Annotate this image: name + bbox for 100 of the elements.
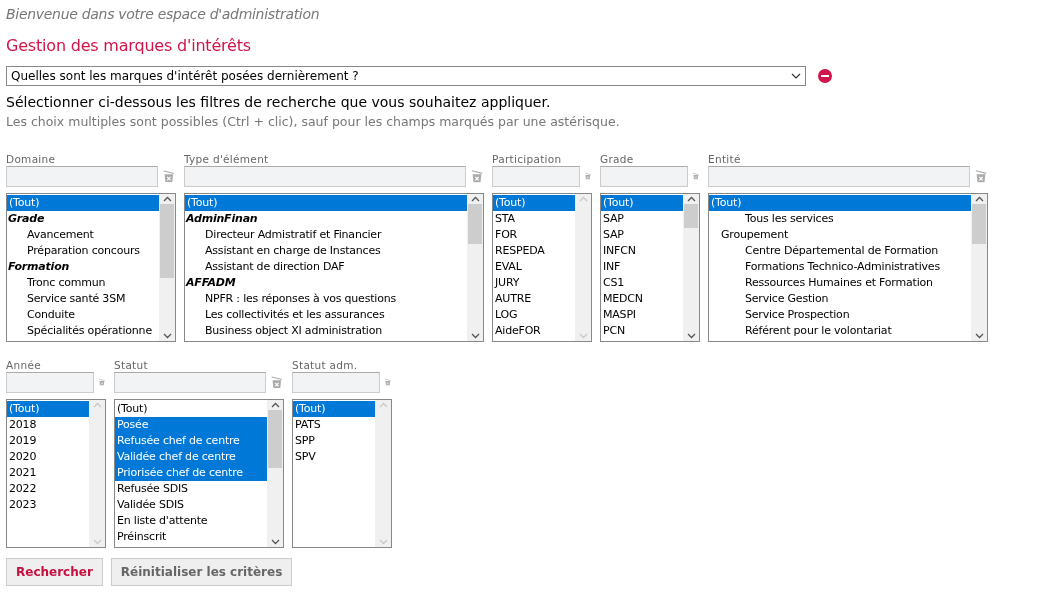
list-option[interactable]: (Tout)	[293, 400, 375, 417]
list-option[interactable]: CS1	[601, 274, 683, 291]
list-option[interactable]: Posée	[115, 416, 267, 433]
question-dropdown[interactable]: Quelles sont les marques d'intérêt posées dernièrement ?	[6, 66, 806, 86]
list-option[interactable]: Ressources Humaines et Formation	[709, 274, 971, 291]
list-option[interactable]: Service Gestion	[709, 290, 971, 307]
listbox[interactable]: (Tout) Grade Avancement Préparation concours Formation Tronc commun Service santé 3SM Conduite Spécialités opérationne	[6, 192, 176, 342]
scrollbar[interactable]	[159, 193, 175, 341]
list-option[interactable]: 2022	[7, 480, 89, 497]
list-option[interactable]: EVAL	[493, 258, 575, 275]
listbox[interactable]: (Tout) 2018 2019 2020 2021 2022 2023	[6, 398, 106, 548]
scroll-down-icon[interactable]	[470, 332, 480, 339]
search-button[interactable]: Rechercher	[6, 557, 103, 586]
list-option[interactable]: (Tout)	[493, 194, 575, 211]
list-option[interactable]: RESPEDA	[493, 242, 575, 259]
filter-field[interactable]	[708, 165, 970, 187]
list-option[interactable]: 2023	[7, 496, 89, 513]
list-option[interactable]: Formation	[7, 258, 159, 275]
list-option[interactable]: (Tout)	[601, 194, 683, 211]
list-option[interactable]: SAP	[601, 226, 683, 243]
scroll-down-icon[interactable]	[974, 332, 984, 339]
listbox[interactable]: (Tout) STA FOR RESPEDA EVAL JURY AUTRE LOG AideFOR	[492, 192, 592, 342]
list-option[interactable]: Validée SDIS	[115, 496, 267, 513]
list-option[interactable]: AideFOR	[493, 322, 575, 339]
list-option[interactable]: (Tout)	[709, 194, 971, 211]
filter-field[interactable]	[600, 165, 689, 187]
scroll-up-icon[interactable]	[974, 195, 984, 202]
list-option[interactable]: 2019	[7, 432, 89, 449]
list-option[interactable]: (Tout)	[115, 400, 267, 417]
list-option[interactable]: Service Prospection	[709, 306, 971, 323]
list-option[interactable]: Directeur Admistratif et Financier	[185, 226, 467, 243]
listbox[interactable]: (Tout) PATS SPP SPV	[292, 398, 392, 548]
list-option[interactable]: 2020	[7, 448, 89, 465]
filter-field[interactable]	[292, 371, 381, 393]
scroll-thumb[interactable]	[684, 203, 698, 228]
scroll-down-icon[interactable]	[686, 332, 696, 339]
scrollbar[interactable]	[467, 193, 483, 341]
list-option[interactable]: INF	[601, 258, 683, 275]
scroll-thumb[interactable]	[160, 203, 174, 278]
list-option[interactable]: LOG	[493, 306, 575, 323]
scroll-down-icon[interactable]	[162, 332, 172, 339]
filter-field[interactable]	[114, 371, 267, 393]
list-option[interactable]: SPV	[293, 448, 375, 465]
reset-button[interactable]: Réinitialiser les critères	[110, 557, 293, 586]
list-option[interactable]: 2018	[7, 416, 89, 433]
list-option[interactable]: Assistant en charge de Instances	[185, 242, 467, 259]
list-option[interactable]: PATS	[293, 416, 375, 433]
list-option[interactable]: 2021	[7, 464, 89, 481]
remove-icon[interactable]	[818, 69, 832, 83]
list-option[interactable]: (Tout)	[7, 194, 159, 211]
list-option[interactable]: Refusée SDIS	[115, 480, 267, 497]
clear-icon[interactable]	[270, 374, 284, 391]
list-option[interactable]: (Tout)	[7, 400, 89, 417]
list-option[interactable]: MEDCN	[601, 290, 683, 307]
scroll-thumb[interactable]	[268, 409, 282, 468]
list-option[interactable]: Centre Départemental de Formation	[709, 242, 971, 259]
clear-icon[interactable]	[470, 168, 484, 185]
list-option[interactable]: JURY	[493, 274, 575, 291]
list-option[interactable]: AdminFinan	[185, 210, 467, 227]
list-option[interactable]: STA	[493, 210, 575, 227]
clear-icon[interactable]	[974, 168, 988, 185]
listbox[interactable]: (Tout) SAP SAP INFCN INF CS1 MEDCN MASPI PCN	[600, 192, 700, 342]
list-option[interactable]: NPFR : les réponses à vos questions	[185, 290, 467, 307]
scrollbar[interactable]	[683, 193, 699, 341]
list-option[interactable]: Assistant de direction DAF	[185, 258, 467, 275]
list-option[interactable]: Grade	[7, 210, 159, 227]
scroll-up-icon[interactable]	[162, 195, 172, 202]
list-option[interactable]: Conduite	[7, 306, 159, 323]
filter-field[interactable]	[6, 165, 159, 187]
scrollbar[interactable]	[971, 193, 987, 341]
list-option[interactable]: Formations Technico-Administratives	[709, 258, 971, 275]
listbox[interactable]	[184, 192, 484, 342]
scroll-up-icon[interactable]	[686, 195, 696, 202]
list-option[interactable]: INFCN	[601, 242, 683, 259]
filter-field[interactable]	[492, 165, 581, 187]
scroll-up-icon[interactable]	[470, 195, 480, 202]
clear-icon[interactable]	[162, 168, 176, 185]
scroll-up-icon[interactable]	[270, 401, 280, 408]
list-option[interactable]: Préparation concours	[7, 242, 159, 259]
list-option[interactable]: Tronc commun	[7, 274, 159, 291]
list-option[interactable]: Groupement	[709, 226, 971, 243]
list-option[interactable]: AUTRE	[493, 290, 575, 307]
list-option[interactable]: SAP	[601, 210, 683, 227]
list-option[interactable]: SPP	[293, 432, 375, 449]
list-option[interactable]: En liste d'attente	[115, 512, 267, 529]
list-option[interactable]: AFFADM	[185, 274, 467, 291]
list-option[interactable]: Tous les services	[709, 210, 971, 227]
list-option[interactable]: Les collectivités et les assurances	[185, 306, 467, 323]
list-option[interactable]: MASPI	[601, 306, 683, 323]
list-option[interactable]: Préinscrit	[115, 528, 267, 545]
list-option[interactable]: Business object XI administration	[185, 322, 467, 339]
list-option[interactable]: PCN	[601, 322, 683, 339]
scrollbar[interactable]	[267, 399, 283, 547]
listbox[interactable]	[708, 192, 988, 342]
list-option[interactable]: Service santé 3SM	[7, 290, 159, 307]
scroll-thumb[interactable]	[972, 203, 986, 244]
list-option[interactable]: Avancement	[7, 226, 159, 243]
filter-field[interactable]	[6, 371, 95, 393]
list-option[interactable]: FOR	[493, 226, 575, 243]
list-option[interactable]: (Tout)	[185, 194, 467, 211]
